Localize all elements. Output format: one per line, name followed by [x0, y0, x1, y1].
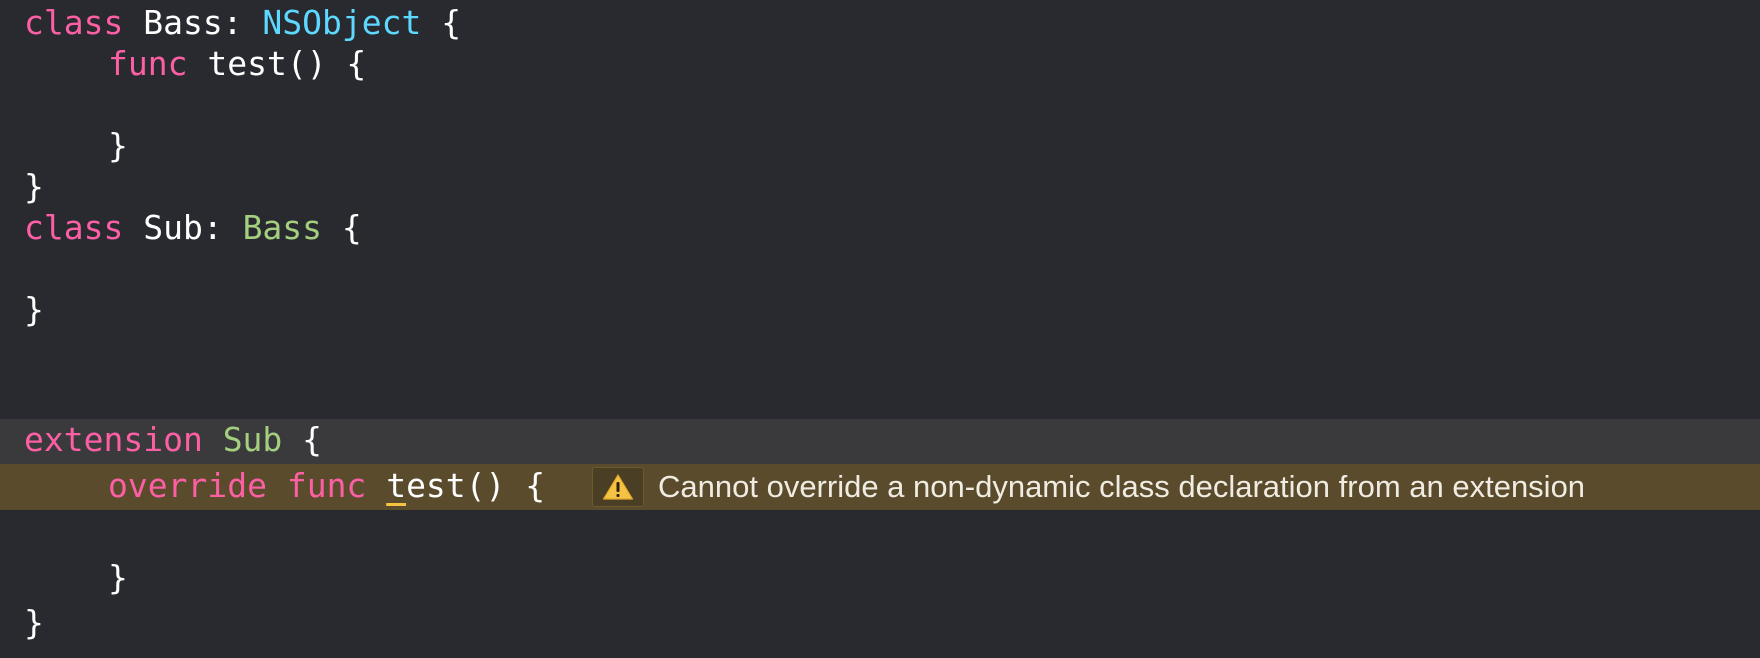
keyword-token: class — [24, 208, 124, 247]
code-line-1[interactable]: class Bass: NSObject { — [0, 0, 1760, 46]
keyword-token: class — [24, 3, 124, 42]
plain-token: est() { — [406, 466, 546, 505]
code-line-4[interactable]: } — [0, 123, 1760, 169]
issue-message: Cannot override a non-dynamic class decl… — [658, 469, 1586, 504]
code-line-11-warning[interactable]: override func test() { Cannot override a… — [0, 464, 1760, 510]
warning-triangle-icon[interactable] — [592, 467, 644, 507]
code-text: class Bass: NSObject { — [24, 0, 461, 46]
keyword-token: extension — [24, 420, 203, 459]
code-text: } — [108, 558, 128, 597]
code-editor[interactable]: class Bass: NSObject { func test() { } }… — [0, 0, 1760, 658]
keyword-token: func — [108, 44, 188, 83]
code-text: } — [24, 603, 44, 642]
plain-token: Sub: — [123, 208, 243, 247]
code-text: override func test() { — [108, 464, 545, 508]
plain-token: Bass: — [123, 3, 263, 42]
type-token: NSObject — [262, 3, 422, 42]
plain-token: { — [421, 3, 462, 42]
keyword-token: override — [108, 466, 267, 505]
code-line-2[interactable]: func test() { — [0, 41, 1760, 87]
plain-token: test() { — [187, 44, 367, 83]
code-line-13[interactable]: } — [0, 555, 1760, 601]
code-line-14[interactable]: } — [0, 600, 1760, 646]
plain-token: { — [282, 420, 323, 459]
code-text: extension Sub { — [24, 419, 322, 461]
code-line-10-current[interactable]: extension Sub { — [0, 419, 1760, 464]
plain-token: { — [322, 208, 362, 247]
code-text: func test() { — [108, 41, 366, 87]
code-line-8[interactable]: } — [0, 287, 1760, 333]
code-line-3[interactable] — [0, 82, 1760, 128]
code-text: class Sub: Bass { — [24, 205, 362, 251]
code-line-7[interactable] — [0, 246, 1760, 292]
keyword-token: func — [286, 466, 367, 505]
type-token: Bass — [242, 208, 323, 247]
code-text: } — [24, 290, 44, 329]
warning-squiggle[interactable]: t — [386, 466, 406, 505]
inline-issue-warning[interactable]: Cannot override a non-dynamic class decl… — [592, 466, 1585, 508]
code-line-9[interactable] — [0, 328, 1760, 374]
type-token: Sub — [222, 420, 283, 459]
code-text: } — [24, 167, 44, 206]
code-line-5[interactable]: } — [0, 164, 1760, 210]
code-line-6[interactable]: class Sub: Bass { — [0, 205, 1760, 251]
code-text: } — [108, 126, 128, 165]
